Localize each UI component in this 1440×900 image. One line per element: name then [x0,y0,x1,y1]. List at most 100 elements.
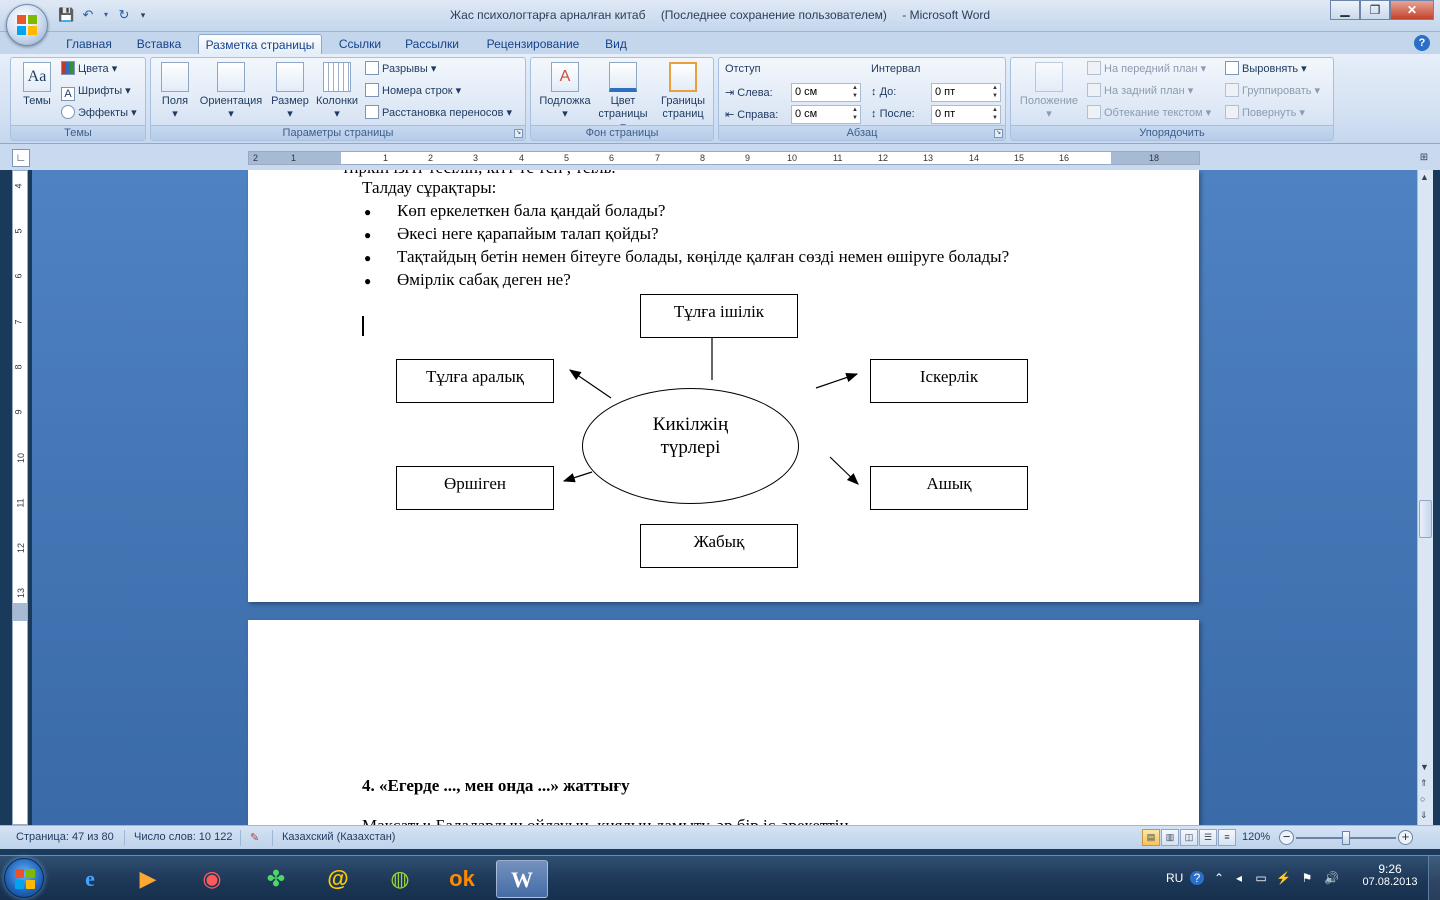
paragraph-launcher-icon[interactable]: ↘ [994,129,1003,138]
colors-button[interactable]: Цвета ▾ [61,60,117,78]
diagram-box-top[interactable]: Тұлға ішілік [640,294,798,338]
fonts-button[interactable]: A Шрифты ▾ [61,82,131,101]
text-wrap-button[interactable]: Обтекание текстом ▾ [1087,104,1211,122]
diagram-box-left-upper[interactable]: Тұлға аралық [396,359,554,403]
full-screen-reading-icon[interactable]: ▥ [1161,829,1179,846]
browse-object-icon[interactable]: ○ [1420,794,1425,804]
columns-button[interactable]: Колонки ▾ [313,62,361,121]
page-color-icon [609,62,637,92]
breaks-button[interactable]: Разрывы ▾ [365,60,436,78]
zoom-level[interactable]: 120% [1242,831,1270,843]
internet-explorer-icon[interactable]: e [64,860,116,898]
volume-icon[interactable]: 🔊 [1324,871,1339,885]
indent-left-input[interactable]: 0 см [791,83,861,102]
power-icon[interactable]: ⚡ [1276,871,1291,885]
tab-mailings[interactable]: Рассылки [398,34,466,54]
diagram-center-ellipse[interactable]: Кикілжің түрлері [582,388,799,504]
group-page-setup-label: Параметры страницы [151,125,525,140]
page-color-button[interactable]: Цвет страницы ▾ [595,62,651,134]
fonts-icon: A [61,87,75,101]
language-status[interactable]: Казахский (Казахстан) [282,831,395,843]
rotate-button[interactable]: Повернуть ▾ [1225,104,1305,122]
indent-right-input[interactable]: 0 см [791,105,861,124]
tab-review[interactable]: Рецензирование [478,34,588,54]
themes-button[interactable]: Aa Темы [17,62,57,108]
group-themes-label: Темы [11,125,145,140]
page[interactable]: тпркін ізгіт тесілін, кітт тс тсп , тсіл… [248,170,1199,602]
line-numbers-button[interactable]: Номера строк ▾ [365,82,461,100]
horizontal-ruler[interactable]: 2 1 1 2 3 4 5 6 7 8 9 10 11 12 13 14 15 … [248,151,1200,165]
next-page-icon[interactable]: ⇓ [1420,810,1428,821]
window-controls: ▁ ❐ ✕ [1330,0,1434,20]
page-borders-button[interactable]: Границы страниц [655,62,711,121]
mail-agent-icon[interactable]: @ [312,860,364,898]
tab-view[interactable]: Вид [598,34,634,54]
show-desktop-button[interactable] [1428,856,1440,900]
green-app-icon[interactable]: ◍ [374,860,426,898]
zoom-slider-thumb[interactable] [1342,831,1350,845]
tab-references[interactable]: Ссылки [332,34,388,54]
language-indicator[interactable]: RU [1166,871,1183,885]
document-area[interactable]: тпркін ізгіт тесілін, кітт тс тсп , тсіл… [32,170,1417,825]
maximize-button[interactable]: ❐ [1360,0,1390,20]
diagram-box-bottom[interactable]: Жабық [640,524,798,568]
zoom-out-icon[interactable]: − [1279,830,1294,845]
help-icon[interactable]: ? [1414,35,1430,51]
page[interactable]: 4. «Егерде ..., мен онда ...» жаттығу Ма… [248,620,1199,825]
media-player-icon[interactable]: ▶ [122,860,174,898]
scroll-thumb[interactable] [1419,500,1432,538]
up-arrow-tray-icon[interactable]: ◂ [1232,871,1246,885]
center-line-1: Кикілжің [652,414,729,435]
scroll-up-icon[interactable]: ▲ [1420,172,1429,182]
position-button[interactable]: Положение ▾ [1015,62,1083,121]
outline-icon[interactable]: ☰ [1199,829,1217,846]
bring-front-button[interactable]: На передний план ▾ [1087,60,1206,78]
tab-home[interactable]: Главная [60,34,118,54]
watermark-button[interactable]: A Подложка ▾ [535,62,595,121]
proofing-icon[interactable]: ✎ [250,831,259,844]
page-count[interactable]: Страница: 47 из 80 [16,831,114,843]
zoom-in-icon[interactable]: + [1398,830,1413,845]
vruler-tick: 6 [13,273,24,279]
spacing-title: Интервал [871,63,921,75]
print-layout-icon[interactable]: ▤ [1142,829,1160,846]
tab-selector-button[interactable]: ∟ [12,149,30,167]
word-taskbar-icon[interactable]: W [496,860,548,898]
vertical-ruler[interactable]: 4 5 6 7 8 9 10 11 12 13 [12,170,28,825]
previous-page-icon[interactable]: ⇑ [1420,778,1428,789]
draft-icon[interactable]: ≡ [1218,829,1236,846]
margins-button[interactable]: Поля ▾ [157,62,193,121]
hyphenation-button[interactable]: Расстановка переносов ▾ [365,104,512,122]
group-button[interactable]: Группировать ▾ [1225,82,1320,100]
tray-expand-icon[interactable]: ⌃ [1212,871,1226,885]
tab-insert[interactable]: Вставка [130,34,188,54]
word-count[interactable]: Число слов: 10 122 [134,831,232,843]
view-ruler-icon[interactable]: ⊞ [1416,152,1432,166]
action-center-icon[interactable]: ⚑ [1300,871,1314,885]
spacing-before-input[interactable]: 0 пт [931,83,1001,102]
clover-app-icon[interactable]: ✤ [250,860,302,898]
close-button[interactable]: ✕ [1390,0,1434,20]
network-icon[interactable]: ▭ [1254,871,1268,885]
size-button[interactable]: Размер ▾ [269,62,311,121]
clock[interactable]: 9:26 07.08.2013 [1360,862,1420,888]
help-tray-icon[interactable]: ? [1190,871,1204,885]
scroll-down-icon[interactable]: ▼ [1420,762,1429,772]
align-button[interactable]: Выровнять ▾ [1225,60,1307,78]
web-layout-icon[interactable]: ◫ [1180,829,1198,846]
page-setup-launcher-icon[interactable]: ↘ [514,129,523,138]
effects-button[interactable]: Эффекты ▾ [61,104,137,122]
diagram-box-right-lower[interactable]: Ашық [870,466,1028,510]
diagram-box-left-lower[interactable]: Өршіген [396,466,554,510]
minimize-button[interactable]: ▁ [1330,0,1360,20]
odnoklassniki-icon[interactable]: ok [436,860,488,898]
spacing-after-input[interactable]: 0 пт [931,105,1001,124]
vertical-scrollbar[interactable]: ▲ ▼ ⇑ ○ ⇓ [1417,170,1433,825]
start-button[interactable] [4,858,44,898]
browser-app-icon[interactable]: ◉ [186,860,238,898]
diagram-box-right-upper[interactable]: Іскерлік [870,359,1028,403]
tab-page-layout[interactable]: Разметка страницы [198,34,322,54]
orientation-button[interactable]: Ориентация ▾ [197,62,265,121]
send-back-button[interactable]: На задний план ▾ [1087,82,1193,100]
office-button[interactable] [6,4,48,46]
